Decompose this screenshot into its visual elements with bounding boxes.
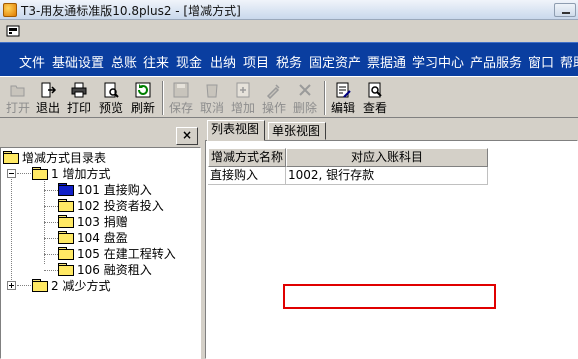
menu-cashier[interactable]: 出纳 [210,52,236,71]
tree-node-102[interactable]: 102 投资者投入 [58,198,164,214]
tree-node-101[interactable]: 101 直接购入 [58,182,152,198]
content-panel: 列表视图 单张视图 增减方式名称 对应入账科目 直接购入 1002, 银行存款 [205,120,578,359]
tree-node-103[interactable]: 103 捐赠 [58,214,128,230]
view-icon [368,82,382,98]
preview-button[interactable]: 预览 [96,80,126,116]
folder-icon [32,279,48,292]
tree-node-add-methods[interactable]: 1 增加方式 [32,166,110,182]
operate-button[interactable]: 操作 [259,80,289,116]
tree-node-reduce-methods[interactable]: 2 减少方式 [32,278,110,294]
printer-icon [71,82,87,98]
tree-line [11,174,12,284]
view-button[interactable]: 查看 [360,80,390,116]
toolbar-separator [162,81,164,115]
system-menu-icon[interactable] [5,23,21,39]
delete-x-icon [299,84,311,96]
add-icon [236,82,250,98]
toolbar-separator [324,81,326,115]
folder-icon [32,167,48,180]
tree-line [44,238,58,239]
menu-tax[interactable]: 税务 [276,52,302,71]
folder-icon [58,263,74,276]
tree-line [44,270,58,271]
menu-bill[interactable]: 票据通 [367,52,406,71]
menu-fixed-assets[interactable]: 固定资产 [309,52,361,71]
tree-root[interactable]: 增减方式目录表 [3,150,106,166]
folder-icon [58,199,74,212]
table-cell-name[interactable]: 直接购入 [208,167,286,185]
save-icon [173,82,189,98]
operate-icon [266,84,280,99]
menu-project[interactable]: 项目 [243,52,269,71]
table-cell-account[interactable]: 1002, 银行存款 [286,167,488,185]
system-icon-row [0,20,578,42]
close-panel-button[interactable]: × [176,127,198,145]
minimize-button[interactable] [554,3,576,17]
column-header-account[interactable]: 对应入账科目 [286,148,488,167]
tree-line [44,254,58,255]
tree-line [17,173,31,174]
tree-line [44,172,45,264]
folder-icon [58,247,74,260]
preview-icon [104,82,119,98]
tree-line [44,222,58,223]
exit-door-icon [41,82,57,98]
folder-icon [58,231,74,244]
menu-cash[interactable]: 现金 [176,52,202,71]
menu-window[interactable]: 窗口 [528,52,554,71]
exit-button[interactable]: 退出 [33,80,63,116]
menu-help[interactable]: 帮助 [560,52,578,71]
edit-icon [336,82,351,98]
expand-icon[interactable] [7,281,16,290]
delete-button[interactable]: 删除 [290,80,320,116]
menu-file[interactable]: 文件 [19,52,45,71]
data-table: 增减方式名称 对应入账科目 直接购入 1002, 银行存款 [205,140,578,359]
directory-panel: × 增减方式目录表 1 增加方式 101 直接购入 102 投资者投入 103 … [0,120,201,359]
column-header-name[interactable]: 增减方式名称 [208,148,286,167]
cancel-icon [206,84,218,98]
collapse-icon[interactable] [7,169,16,178]
menu-learning[interactable]: 学习中心 [412,52,464,71]
save-button[interactable]: 保存 [166,80,196,116]
refresh-button[interactable]: 刷新 [128,80,158,116]
tree-node-105[interactable]: 105 在建工程转入 [58,246,176,262]
print-button[interactable]: 打印 [64,80,94,116]
add-button[interactable]: 增加 [228,80,258,116]
refresh-icon [135,82,151,98]
directory-tree: 增减方式目录表 1 增加方式 101 直接购入 102 投资者投入 103 捐赠… [0,147,201,359]
tree-node-106[interactable]: 106 融资租入 [58,262,152,278]
cancel-button[interactable]: 取消 [197,80,227,116]
tab-list-view[interactable]: 列表视图 [207,120,265,141]
folder-icon [58,215,74,228]
toolbar: 打开 退出 打印 预览 刷新 保存 取消 增加 操作 删除 编辑 查看 [0,76,578,118]
selected-folder-icon [58,183,74,196]
tree-line [44,206,58,207]
menu-bar: 文件 基础设置 总账 往来 现金 出纳 项目 税务 固定资产 票据通 学习中心 … [0,42,578,76]
app-icon [3,3,17,17]
menu-basic-settings[interactable]: 基础设置 [52,52,104,71]
tree-line [17,285,31,286]
tree-line [44,190,58,191]
open-button[interactable]: 打开 [3,80,33,116]
tab-single-view[interactable]: 单张视图 [268,122,326,140]
title-bar: T3-用友通标准版10.8plus2 - [增减方式] [0,0,578,20]
highlight-box [283,284,496,309]
menu-accounts[interactable]: 往来 [143,52,169,71]
edit-button[interactable]: 编辑 [328,80,358,116]
tree-node-104[interactable]: 104 盘盈 [58,230,128,246]
menu-product-services[interactable]: 产品服务 [470,52,522,71]
menu-ledger[interactable]: 总账 [111,52,137,71]
folder-icon [3,151,19,164]
window-title: T3-用友通标准版10.8plus2 - [增减方式] [21,4,241,18]
open-folder-icon [10,85,25,97]
